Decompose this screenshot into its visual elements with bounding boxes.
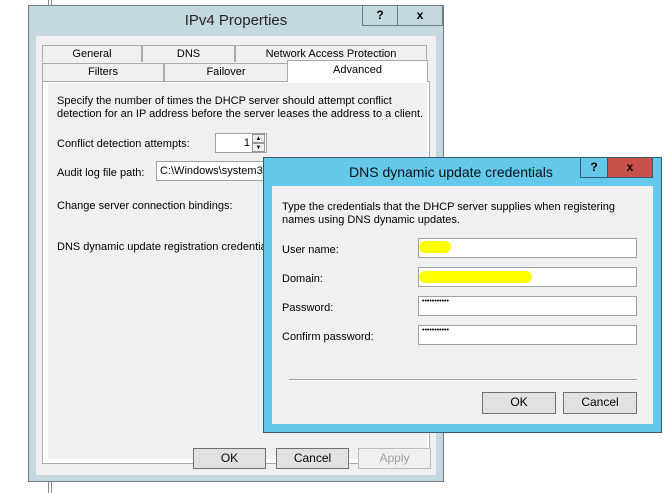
dialog-title: DNS dynamic update credentials xyxy=(349,164,553,180)
ok-button[interactable]: OK xyxy=(482,392,556,414)
domain-input[interactable] xyxy=(418,267,637,287)
spin-down-icon[interactable]: ▼ xyxy=(252,143,265,152)
dialog-client: Type the credentials that the DHCP serve… xyxy=(272,186,653,424)
domain-label: Domain: xyxy=(282,273,323,285)
tab-general[interactable]: General xyxy=(42,45,142,62)
close-button[interactable]: x xyxy=(397,6,443,26)
credentials-label: DNS dynamic update registration credenti… xyxy=(57,241,278,253)
tab-advanced[interactable]: Advanced xyxy=(287,60,428,82)
tab-failover[interactable]: Failover xyxy=(164,63,288,81)
conflict-description: Specify the number of times the DHCP ser… xyxy=(57,95,424,120)
password-input[interactable]: ••••••••••• xyxy=(418,296,637,316)
background-window-edge xyxy=(48,482,49,493)
redaction-mark xyxy=(419,271,532,283)
apply-button[interactable]: Apply xyxy=(358,448,431,469)
ok-button[interactable]: OK xyxy=(193,448,266,469)
cancel-button[interactable]: Cancel xyxy=(276,448,349,469)
redaction-mark xyxy=(419,241,451,253)
help-button[interactable]: ? xyxy=(362,6,398,26)
confirm-password-label: Confirm password: xyxy=(282,331,374,343)
audit-log-label: Audit log file path: xyxy=(57,167,145,179)
tab-dns[interactable]: DNS xyxy=(142,45,235,62)
separator xyxy=(289,379,637,381)
cancel-button[interactable]: Cancel xyxy=(563,392,637,414)
background-window-edge xyxy=(51,482,52,493)
password-label: Password: xyxy=(282,302,334,314)
conflict-attempts-label: Conflict detection attempts: xyxy=(57,138,190,150)
close-button[interactable]: x xyxy=(607,158,653,178)
tab-filters[interactable]: Filters xyxy=(42,63,164,81)
user-name-label: User name: xyxy=(282,244,339,256)
bindings-label: Change server connection bindings: xyxy=(57,200,233,212)
spin-up-icon[interactable]: ▲ xyxy=(252,134,265,143)
dns-credentials-dialog: DNS dynamic update credentials ? x Type … xyxy=(263,157,662,433)
confirm-password-input[interactable]: ••••••••••• xyxy=(418,325,637,345)
help-button[interactable]: ? xyxy=(580,158,608,178)
credentials-description: Type the credentials that the DHCP serve… xyxy=(282,201,616,226)
user-name-input[interactable] xyxy=(418,238,637,258)
